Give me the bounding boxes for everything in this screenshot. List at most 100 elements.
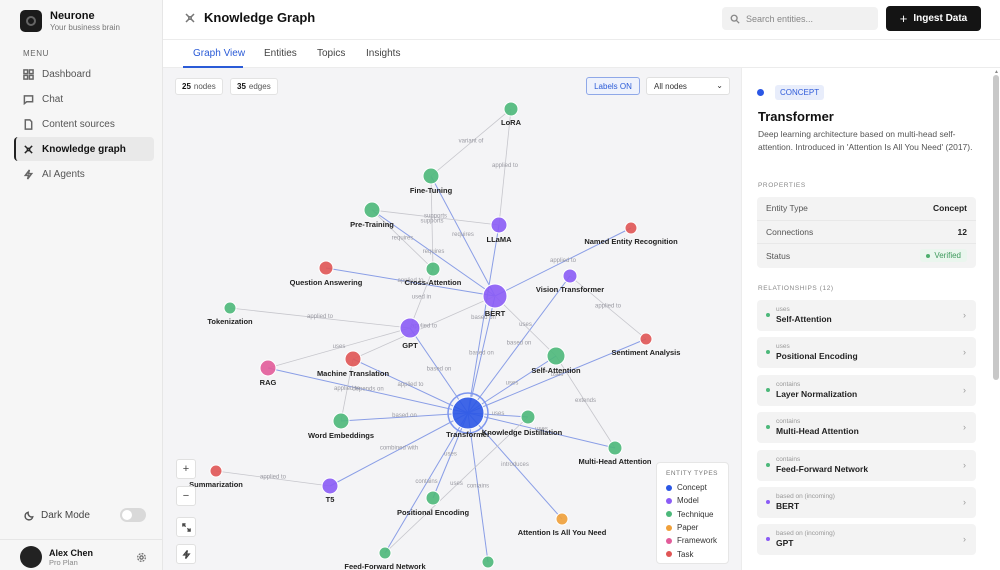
node-label: LLaMA	[487, 235, 513, 244]
sidebar-item-label: Dashboard	[42, 68, 91, 80]
property-row: Entity Type Concept	[757, 197, 976, 221]
graph-node-vit[interactable]: Vision Transformer	[536, 268, 604, 294]
zoom-in-button[interactable]: +	[176, 459, 196, 479]
edge-label: variant of	[459, 139, 484, 145]
sidebar-item-content-sources[interactable]: Content sources	[14, 112, 154, 136]
graph-icon	[185, 12, 195, 23]
node-circle[interactable]	[363, 201, 381, 219]
relationship-item[interactable]: contains Feed-Forward Network ›	[757, 449, 976, 481]
node-circle[interactable]	[344, 350, 362, 368]
entity-details-panel: ▲ CONCEPT Transformer Deep learning arch…	[741, 68, 1000, 570]
tab-insights[interactable]: Insights	[366, 48, 400, 59]
node-circle[interactable]	[624, 221, 638, 235]
edge-label: based on	[392, 413, 417, 419]
node-circle[interactable]	[490, 216, 508, 234]
node-circle[interactable]	[223, 301, 237, 315]
node-circle[interactable]	[562, 268, 578, 284]
node-circle[interactable]	[321, 477, 339, 495]
graph-node-qa[interactable]: Question Answering	[290, 260, 363, 287]
node-circle[interactable]	[209, 464, 223, 478]
node-circle[interactable]	[607, 440, 623, 456]
node-circle[interactable]	[425, 490, 441, 506]
graph-canvas[interactable]: variant ofapplied torequiressupportssupp…	[163, 68, 741, 570]
node-circle[interactable]	[451, 396, 485, 430]
node-circle[interactable]	[425, 261, 441, 277]
sidebar-item-ai-agents[interactable]: AI Agents	[14, 162, 154, 186]
graph-node-aiayn[interactable]: Attention Is All You Need	[518, 512, 607, 537]
graph-node-selfattn[interactable]: Self-Attention	[531, 346, 581, 375]
user-profile[interactable]: Alex Chen Pro Plan	[0, 539, 163, 570]
node-circle[interactable]	[639, 332, 653, 346]
grid-icon	[23, 68, 34, 80]
node-circle[interactable]	[546, 346, 566, 366]
node-circle[interactable]	[520, 409, 536, 425]
edge-label: uses	[492, 411, 505, 417]
node-circle[interactable]	[503, 101, 519, 117]
relationship-item[interactable]: contains Multi-Head Attention ›	[757, 412, 976, 444]
node-label: Self-Attention	[531, 366, 581, 375]
graph-node-mt[interactable]: Machine Translation	[317, 350, 390, 378]
node-filter-select[interactable]: All nodes ⌄	[646, 77, 730, 95]
property-key: Connections	[766, 226, 814, 237]
tab-graph-view[interactable]: Graph View	[193, 48, 245, 59]
sidebar-item-label: Knowledge graph	[42, 143, 126, 155]
graph-node-posenc[interactable]: Positional Encoding	[397, 490, 470, 517]
relationship-item[interactable]: based on (incoming) GPT ›	[757, 524, 976, 556]
ingest-data-button[interactable]: + Ingest Data	[886, 6, 981, 31]
node-circle[interactable]	[482, 283, 508, 309]
graph-node-rag[interactable]: RAG	[259, 359, 277, 387]
auto-layout-button[interactable]	[176, 544, 196, 564]
gear-icon[interactable]	[136, 552, 147, 563]
edges-count-badge: 35 edges	[230, 78, 278, 95]
relationship-dot-icon	[766, 425, 770, 430]
graph-node-mha[interactable]: Multi-Head Attention	[578, 440, 652, 466]
graph-node-finetuning[interactable]: Fine-Tuning	[410, 167, 453, 195]
fit-view-button[interactable]	[176, 517, 196, 537]
zoom-out-button[interactable]: −	[176, 486, 196, 506]
graph-nodes: TransformerBERTGPTLLaMAT5Vision Transfor…	[189, 101, 681, 570]
node-circle[interactable]	[378, 546, 392, 560]
graph-node-layernorm[interactable]	[481, 555, 495, 569]
node-circle[interactable]	[399, 317, 421, 339]
legend-dot	[666, 497, 672, 504]
node-circle[interactable]	[481, 555, 495, 569]
plus-icon: +	[899, 11, 908, 26]
node-label: Fine-Tuning	[410, 186, 453, 195]
graph-node-gpt[interactable]: GPT	[399, 317, 421, 350]
labels-toggle-button[interactable]: Labels ON	[586, 77, 640, 95]
node-circle[interactable]	[555, 512, 569, 526]
sidebar-item-chat[interactable]: Chat	[14, 87, 154, 111]
search-input[interactable]	[746, 13, 866, 24]
graph-node-pretraining[interactable]: Pre-Training	[350, 201, 394, 229]
node-circle[interactable]	[259, 359, 277, 377]
relationship-item[interactable]: uses Positional Encoding ›	[757, 337, 976, 369]
sidebar-item-knowledge-graph[interactable]: Knowledge graph	[14, 137, 154, 161]
graph-node-wordemb[interactable]: Word Embeddings	[308, 412, 374, 440]
graph-node-bert[interactable]: BERT	[482, 283, 508, 318]
graph-node-sentiment[interactable]: Sentiment Analysis	[612, 332, 681, 357]
graph-canvas-area[interactable]: variant of applied to requires supports supp…	[163, 68, 741, 570]
graph-node-crossattn[interactable]: Cross-Attention	[405, 261, 462, 287]
relationship-item[interactable]: contains Layer Normalization ›	[757, 374, 976, 406]
scrollbar[interactable]	[993, 75, 999, 380]
node-circle[interactable]	[332, 412, 350, 430]
node-circle[interactable]	[318, 260, 334, 276]
node-circle[interactable]	[422, 167, 440, 185]
relationship-item[interactable]: based on (incoming) BERT ›	[757, 486, 976, 518]
sidebar-item-dashboard[interactable]: Dashboard	[14, 62, 154, 86]
graph-node-llama[interactable]: LLaMA	[487, 216, 513, 244]
search-box[interactable]	[722, 7, 878, 30]
graph-node-tokenization[interactable]: Tokenization	[207, 301, 253, 326]
relationship-item[interactable]: uses Self-Attention ›	[757, 300, 976, 331]
entity-types-legend: ENTITY TYPES Concept Model Technique Pap…	[656, 462, 729, 564]
dark-mode-toggle[interactable]	[120, 508, 146, 522]
tab-topics[interactable]: Topics	[317, 48, 345, 59]
graph-node-ner[interactable]: Named Entity Recognition	[584, 221, 678, 246]
tab-entities[interactable]: Entities	[264, 48, 297, 59]
relationship-dot-icon	[766, 350, 770, 355]
brand[interactable]: Neurone Your business brain	[20, 10, 120, 32]
graph-node-ffn[interactable]: Feed-Forward Network	[344, 546, 426, 570]
graph-node-summ[interactable]: Summarization	[189, 464, 243, 489]
graph-node-t5[interactable]: T5	[321, 477, 339, 504]
sidebar-item-label: Chat	[42, 93, 64, 105]
